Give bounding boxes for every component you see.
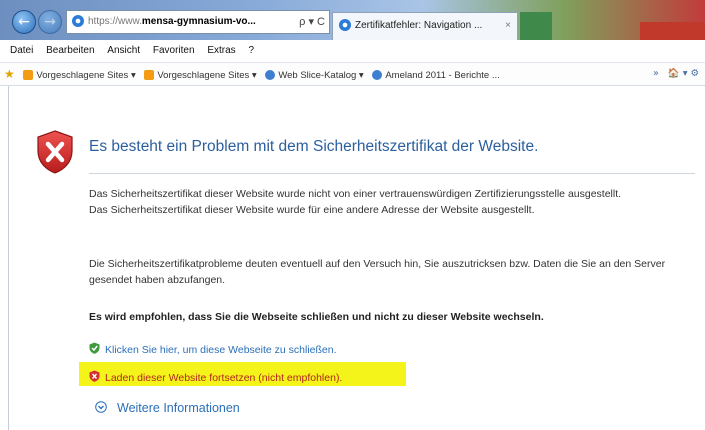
continue-row: Laden dieser Website fortsetzen (nicht e…	[89, 370, 342, 384]
menu-datei[interactable]: Datei	[10, 45, 33, 56]
ie-logo-icon	[265, 70, 276, 81]
green-shield-icon	[89, 342, 100, 354]
recommendation-text: Es wird empfohlen, dass Sie die Webseite…	[89, 311, 544, 323]
forward-button[interactable]: →	[38, 10, 62, 34]
more-info-row: Weitere Informationen	[89, 401, 240, 415]
favorites-bar: ★ Vorgeschlagene Sites ▾ Vorgeschlagene …	[0, 63, 705, 86]
window-close-button[interactable]	[640, 22, 705, 40]
favorites-star-icon[interactable]: ★	[4, 67, 15, 81]
url-host: mensa-gymnasium-vo...	[141, 16, 256, 27]
url-prefix: https://www.	[88, 16, 142, 27]
page-content: Es besteht ein Problem mit dem Sicherhei…	[8, 86, 705, 430]
continue-to-website-link[interactable]: Laden dieser Website fortsetzen (nicht e…	[105, 372, 342, 384]
favorite-label: Ameland 2011 - Berichte ...	[385, 70, 500, 81]
favorite-suggested-sites-2[interactable]: Vorgeschlagene Sites ▾	[144, 65, 257, 85]
menu-favoriten[interactable]: Favoriten	[153, 45, 195, 56]
red-shield-icon	[89, 370, 100, 382]
menu-help[interactable]: ?	[248, 45, 254, 56]
ie-logo-icon	[339, 19, 351, 32]
favorite-web-slice-gallery[interactable]: Web Slice-Katalog ▾	[265, 65, 364, 85]
ie-logo-icon	[72, 15, 84, 28]
close-page-link[interactable]: Klicken Sie hier, um diese Webseite zu s…	[105, 344, 337, 356]
warning-text: Die Sicherheitszertifikatprobleme deuten…	[89, 258, 666, 286]
close-page-row: Klicken Sie hier, um diese Webseite zu s…	[89, 342, 337, 356]
favorite-ameland[interactable]: Ameland 2011 - Berichte ...	[372, 65, 500, 85]
suggested-sites-icon	[144, 70, 155, 81]
browser-titlebar: ← → https://www.mensa-gymnasium-vo... ρ …	[0, 0, 705, 41]
favorite-label: Vorgeschlagene Sites ▾	[157, 70, 257, 81]
address-controls[interactable]: ρ ▾ C	[299, 11, 325, 33]
page-title: Es besteht ein Problem mit dem Sicherhei…	[89, 138, 539, 155]
back-button[interactable]: ←	[12, 10, 36, 34]
favorite-suggested-sites-1[interactable]: Vorgeschlagene Sites ▾	[23, 65, 136, 85]
tab-title: Zertifikatfehler: Navigation ...	[355, 20, 483, 31]
home-tools-icons[interactable]: 🏠 ▾ ⚙	[668, 68, 699, 79]
forward-arrow-icon: →	[44, 14, 56, 30]
toolbar-tools[interactable]: » 🏠 ▾ ⚙	[653, 63, 699, 85]
menu-ansicht[interactable]: Ansicht	[107, 45, 140, 56]
certificate-issue-text: Das Sicherheitszertifikat dieser Website…	[89, 187, 701, 218]
more-information-link[interactable]: Weitere Informationen	[117, 401, 240, 415]
back-arrow-icon: ←	[18, 14, 30, 30]
favorite-label: Vorgeschlagene Sites ▾	[36, 70, 136, 81]
suggested-sites-icon	[23, 70, 34, 81]
issue-wrong-address: Das Sicherheitszertifikat dieser Website…	[89, 203, 535, 216]
menu-extras[interactable]: Extras	[207, 45, 235, 56]
new-tab-button[interactable]	[520, 12, 552, 40]
tab-close-button[interactable]: ×	[505, 13, 511, 39]
menu-bearbeiten[interactable]: Bearbeiten	[46, 45, 94, 56]
ie-logo-icon	[372, 70, 383, 81]
issue-untrusted-ca: Das Sicherheitszertifikat dieser Website…	[89, 188, 622, 200]
expand-circle-icon[interactable]	[95, 401, 107, 413]
error-shield-icon	[37, 130, 73, 174]
tab-certificate-error[interactable]: Zertifikatfehler: Navigation ... ×	[332, 12, 518, 41]
favorite-label: Web Slice-Katalog ▾	[278, 70, 364, 81]
more-favorites-chevron[interactable]: »	[653, 68, 659, 79]
menu-bar: Datei Bearbeiten Ansicht Favoriten Extra…	[0, 40, 705, 63]
address-bar[interactable]: https://www.mensa-gymnasium-vo... ρ ▾ C	[66, 10, 330, 34]
divider	[89, 173, 695, 174]
